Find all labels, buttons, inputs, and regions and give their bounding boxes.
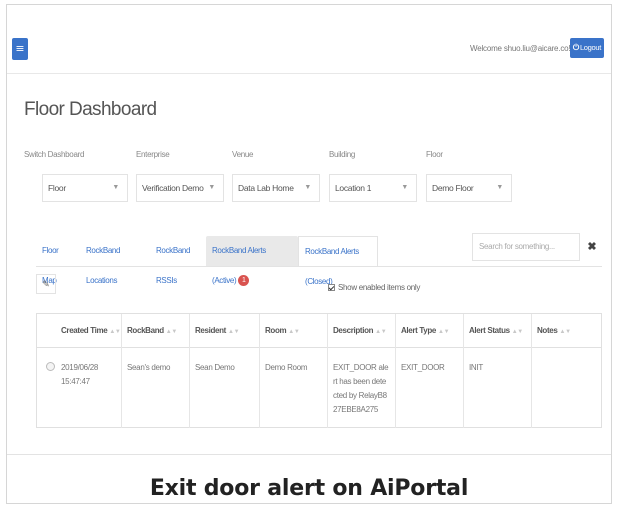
cell-created-time: 2019/06/28 15:47:47 bbox=[61, 363, 99, 386]
sort-icon: ▲▼ bbox=[559, 329, 571, 335]
column-header-description[interactable]: Description ▲▼ bbox=[327, 314, 387, 348]
column-header-alert-type[interactable]: Alert Type ▲▼ bbox=[395, 314, 450, 348]
cell-alert-status: INIT bbox=[469, 363, 483, 372]
table-row[interactable]: 2019/06/28 15:47:47 Sean's demo Sean Dem… bbox=[37, 348, 601, 428]
column-header-label: Alert Type bbox=[401, 326, 437, 335]
show-enabled-label: Show enabled items only bbox=[338, 283, 421, 292]
cell-rockband: Sean's demo bbox=[127, 363, 171, 372]
building-value: Location 1 bbox=[335, 183, 372, 193]
cell-resident: Sean Demo bbox=[195, 363, 235, 372]
sort-icon: ▲▼ bbox=[165, 329, 178, 335]
chevron-down-icon: ▼ bbox=[496, 184, 503, 191]
clear-search-button[interactable]: ✖ bbox=[582, 233, 602, 261]
venue-value: Data Lab Home bbox=[238, 183, 294, 193]
filter-label-floor: Floor bbox=[426, 150, 443, 159]
tab-rockband-alerts-closed[interactable]: RockBand Alerts (Closed) bbox=[298, 236, 378, 286]
sort-icon: ▲▼ bbox=[438, 329, 450, 335]
building-select[interactable]: Location 1 ▼ bbox=[329, 174, 417, 202]
column-header-label: Created Time bbox=[61, 326, 108, 335]
switch-dashboard-select[interactable]: Floor ▼ bbox=[42, 174, 128, 202]
column-header-resident[interactable]: Resident ▲▼ bbox=[189, 314, 240, 348]
row-select-radio[interactable] bbox=[46, 362, 55, 371]
column-header-label: Alert Status bbox=[469, 326, 510, 335]
close-icon: ✖ bbox=[587, 241, 597, 253]
column-header-room[interactable]: Room ▲▼ bbox=[259, 314, 300, 348]
tab-floor-map[interactable]: Floor Map bbox=[36, 236, 64, 285]
chevron-down-icon: ▼ bbox=[208, 184, 215, 191]
floor-value: Demo Floor bbox=[432, 183, 474, 193]
filter-label-venue: Venue bbox=[232, 150, 254, 159]
tab-rockband-locations[interactable]: RockBand Locations bbox=[80, 236, 126, 285]
hamburger-menu-icon: ≡ bbox=[15, 42, 25, 55]
welcome-text: Welcome shuo.liu@aicare.co! bbox=[470, 44, 571, 53]
column-header-alert-status[interactable]: Alert Status ▲▼ bbox=[463, 314, 523, 348]
chevron-down-icon: ▼ bbox=[304, 184, 311, 191]
show-enabled-toggle[interactable]: Show enabled items only bbox=[328, 283, 420, 292]
column-header-notes[interactable]: Notes ▲▼ bbox=[531, 314, 571, 348]
show-enabled-checkbox[interactable] bbox=[328, 284, 335, 291]
header-divider bbox=[7, 73, 611, 74]
edit-button[interactable]: ✎ bbox=[36, 274, 56, 294]
logout-icon: ⏻ bbox=[572, 43, 579, 52]
tabs-divider bbox=[36, 266, 602, 267]
page-title: Floor Dashboard bbox=[24, 99, 157, 120]
logout-button[interactable]: ⏻Logout bbox=[570, 38, 604, 58]
column-header-label: Room bbox=[265, 326, 287, 335]
filter-label-switch-dashboard: Switch Dashboard bbox=[24, 150, 85, 159]
sort-icon: ▲▼ bbox=[109, 329, 121, 335]
filter-label-building: Building bbox=[329, 150, 356, 159]
sort-icon: ▲▼ bbox=[375, 329, 387, 335]
cell-description: EXIT_DOOR alert has been detected by Rel… bbox=[333, 363, 389, 414]
switch-dashboard-value: Floor bbox=[48, 183, 66, 193]
alert-count-badge: 1 bbox=[238, 275, 250, 287]
chevron-down-icon: ▼ bbox=[401, 184, 408, 191]
hamburger-menu-button[interactable]: ≡ bbox=[12, 38, 28, 60]
enterprise-value: Verification Demo bbox=[142, 183, 204, 193]
search-input[interactable]: Search for something... bbox=[472, 233, 580, 261]
caption-divider bbox=[7, 454, 611, 455]
column-header-label: Resident bbox=[195, 326, 226, 335]
floor-select[interactable]: Demo Floor ▼ bbox=[426, 174, 512, 202]
alerts-table: Created Time ▲▼ RockBand ▲▼ Resident ▲▼ Roo… bbox=[36, 313, 602, 428]
cell-alert-type: EXIT_DOOR bbox=[401, 363, 445, 372]
sort-icon: ▲▼ bbox=[511, 329, 524, 335]
chevron-down-icon: ▼ bbox=[112, 184, 119, 191]
column-header-rockband[interactable]: RockBand ▲▼ bbox=[121, 314, 177, 348]
column-header-label: Description bbox=[333, 326, 374, 335]
tab-rockband-rssis[interactable]: RockBand RSSIs bbox=[150, 236, 196, 285]
sort-icon: ▲▼ bbox=[288, 329, 300, 335]
column-header-label: RockBand bbox=[127, 326, 164, 335]
column-header-created-time[interactable]: Created Time ▲▼ bbox=[55, 314, 121, 348]
sort-icon: ▲▼ bbox=[228, 329, 240, 335]
figure-caption: Exit door alert on AiPortal bbox=[149, 476, 469, 501]
column-header-label: Notes bbox=[537, 326, 558, 335]
enterprise-select[interactable]: Verification Demo ▼ bbox=[136, 174, 224, 202]
filter-label-enterprise: Enterprise bbox=[136, 150, 170, 159]
tab-rockband-alerts-active[interactable]: RockBand Alerts (Active) 1 bbox=[206, 236, 298, 287]
cell-room: Demo Room bbox=[265, 363, 308, 372]
logout-label: Logout bbox=[579, 43, 602, 52]
venue-select[interactable]: Data Lab Home ▼ bbox=[232, 174, 320, 202]
pencil-icon: ✎ bbox=[42, 279, 50, 289]
cell-notes bbox=[531, 348, 601, 428]
